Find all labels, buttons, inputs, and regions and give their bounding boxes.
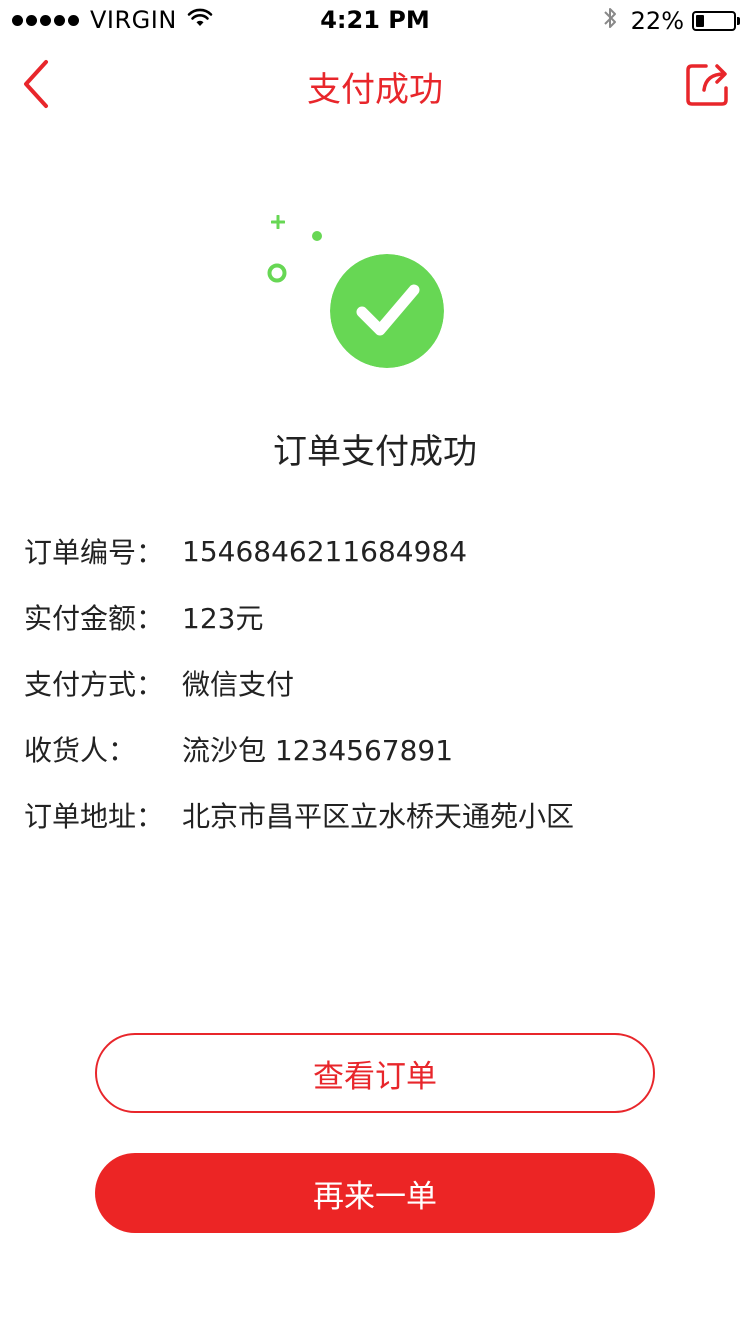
payment-method-value: 微信支付 [182,668,295,701]
order-address-row: 订单地址： 北京市昌平区立水桥天通苑小区 [24,782,724,848]
check-circle-icon [330,254,444,368]
order-info-list: 订单编号： 1546846211684984 实付金额： 123元 支付方式： … [24,518,724,848]
sparkle-ring-icon [267,263,287,283]
order-number-label: 订单编号： [24,536,165,569]
page-title: 支付成功 [307,70,443,110]
order-number-value: 1546846211684984 [182,534,468,568]
status-bar: VIRGIN 4:21 PM 22% [0,0,750,40]
order-number-row: 订单编号： 1546846211684984 [24,518,724,584]
paid-amount-row: 实付金额： 123元 [24,584,724,650]
battery-fill [696,15,704,27]
battery-percent: 22% [630,7,684,35]
success-title: 订单支付成功 [273,432,477,472]
bluetooth-icon [603,6,617,36]
success-illustration [260,210,460,380]
payment-method-label: 支付方式： [24,668,165,701]
status-right: 22% [603,6,740,36]
order-address-value: 北京市昌平区立水桥天通苑小区 [182,800,575,833]
share-button[interactable] [686,62,730,106]
recipient-value: 流沙包 1234567891 [182,734,454,767]
sparkle-plus-icon [271,215,285,229]
paid-amount-value: 123元 [182,602,264,635]
view-order-button[interactable]: 查看订单 [95,1033,655,1113]
recipient-row: 收货人： 流沙包 1234567891 [24,716,724,782]
payment-method-row: 支付方式： 微信支付 [24,650,724,716]
nav-bar: 支付成功 [0,40,750,128]
recipient-label: 收货人： [24,734,137,767]
share-icon [686,64,728,106]
order-address-label: 订单地址： [24,800,165,833]
battery-icon [692,11,740,31]
reorder-button[interactable]: 再来一单 [95,1153,655,1233]
paid-amount-label: 实付金额： [24,602,165,635]
sparkle-dot-icon [312,231,322,241]
